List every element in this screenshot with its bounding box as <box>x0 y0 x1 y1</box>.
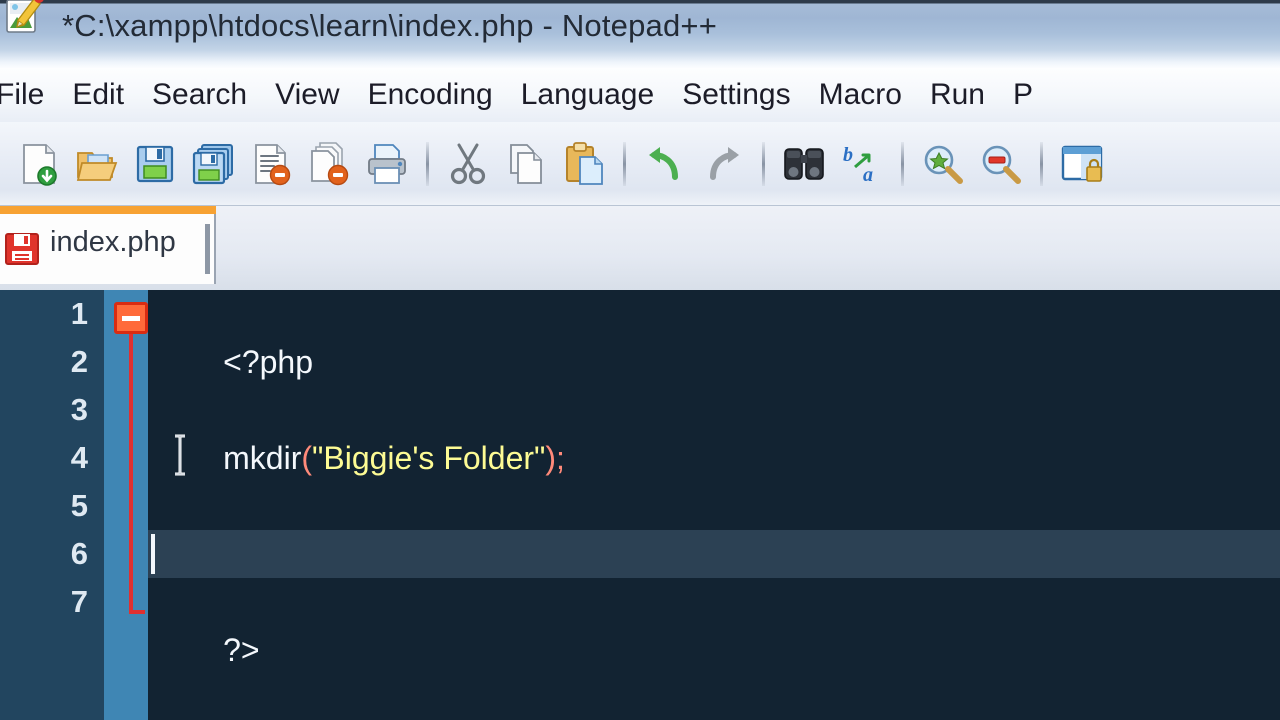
menu-item-view[interactable]: View <box>261 68 353 122</box>
tab-index-php[interactable]: index.php <box>0 206 216 284</box>
tab-bar: index.php <box>0 206 1280 290</box>
fold-margin[interactable] <box>104 290 148 720</box>
paste-icon[interactable] <box>555 133 613 195</box>
menu-item-edit[interactable]: Edit <box>58 68 138 122</box>
save-all-icon[interactable] <box>184 133 242 195</box>
undo-icon[interactable] <box>636 133 694 195</box>
redo-icon[interactable] <box>694 133 752 195</box>
close-all-files-icon[interactable] <box>300 133 358 195</box>
notepadpp-window: *C:\xampp\htdocs\learn\index.php - Notep… <box>0 0 1280 720</box>
line-number: 6 <box>70 536 88 571</box>
menu-item-plugins[interactable]: P <box>999 68 1047 122</box>
new-file-icon[interactable] <box>10 133 68 195</box>
toolbar-separator <box>762 141 765 186</box>
tab-active-indicator <box>0 206 216 214</box>
line-number: 5 <box>70 488 88 523</box>
code-token: ?> <box>223 632 260 668</box>
code-line: mkdir("Biggie's Folder"); <box>148 386 1280 476</box>
svg-text:b: b <box>843 144 853 166</box>
menu-item-file[interactable]: File <box>0 68 58 122</box>
zoom-in-icon[interactable] <box>914 133 972 195</box>
toolbar-separator <box>1040 141 1043 186</box>
line-number: 2 <box>70 344 88 379</box>
line-number: 7 <box>70 584 88 619</box>
sync-vertical-icon[interactable] <box>1053 133 1111 195</box>
toolbar-separator <box>901 141 904 186</box>
menu-item-search[interactable]: Search <box>138 68 261 122</box>
window-title: *C:\xampp\htdocs\learn\index.php - Notep… <box>62 8 718 43</box>
menu-bar: File Edit Search View Encoding Language … <box>0 68 1280 123</box>
line-number: 3 <box>70 392 88 427</box>
save-icon[interactable] <box>126 133 184 195</box>
menu-item-run[interactable]: Run <box>916 68 999 122</box>
tab-label: index.php <box>50 226 176 258</box>
fold-collapse-toggle-icon[interactable] <box>114 302 148 334</box>
cut-icon[interactable] <box>439 133 497 195</box>
unsaved-file-icon <box>4 232 40 266</box>
text-caret <box>151 534 155 574</box>
mouse-ibeam-cursor <box>172 434 188 476</box>
code-editor[interactable]: 1 2 3 4 5 6 7 <?php mkdir("Biggie's Fold… <box>0 290 1280 720</box>
find-icon[interactable] <box>775 133 833 195</box>
menu-item-encoding[interactable]: Encoding <box>354 68 507 122</box>
line-number: 1 <box>70 296 88 331</box>
fold-range-line <box>129 330 133 613</box>
print-icon[interactable] <box>358 133 416 195</box>
tab-edge-divider <box>205 224 210 274</box>
open-folder-icon[interactable] <box>68 133 126 195</box>
zoom-out-icon[interactable] <box>972 133 1030 195</box>
toolbar-separator <box>623 141 626 186</box>
toolbar-separator <box>426 141 429 186</box>
fold-range-end <box>129 610 145 614</box>
line-number-gutter: 1 2 3 4 5 6 7 <box>0 290 104 720</box>
menu-item-macro[interactable]: Macro <box>805 68 916 122</box>
menu-item-language[interactable]: Language <box>507 68 668 122</box>
replace-icon[interactable]: b a <box>833 133 891 195</box>
copy-icon[interactable] <box>497 133 555 195</box>
close-file-icon[interactable] <box>242 133 300 195</box>
code-text-area[interactable]: <?php mkdir("Biggie's Folder"); ?> <box>148 290 1280 720</box>
notepad-plus-plus-icon <box>4 0 44 34</box>
svg-text:a: a <box>863 164 873 186</box>
title-bar: *C:\xampp\htdocs\learn\index.php - Notep… <box>0 0 1280 68</box>
line-number: 4 <box>70 440 88 475</box>
code-line: ?> <box>148 578 1280 668</box>
code-line: <?php <box>148 290 1280 380</box>
menu-item-settings[interactable]: Settings <box>668 68 804 122</box>
toolbar: b a <box>0 122 1280 206</box>
